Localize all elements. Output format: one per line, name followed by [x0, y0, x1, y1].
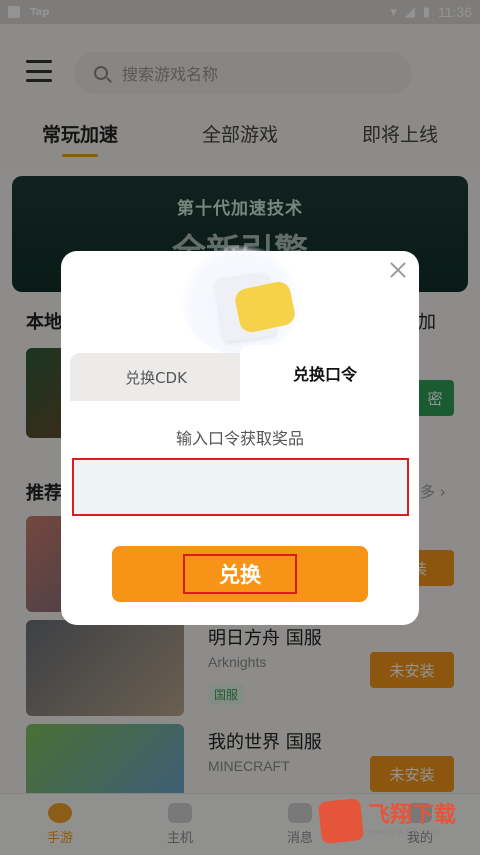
redeem-code-input[interactable]: [74, 460, 407, 514]
watermark-url: www.FXXZ.com: [368, 826, 440, 838]
tab-redeem-cdk[interactable]: 兑换CDK: [70, 353, 242, 401]
redeem-tabs: 兑换CDK 兑换口令: [70, 345, 410, 401]
redeem-prompt: 输入口令获取奖品: [175, 429, 304, 448]
redeem-button-label: 兑换: [183, 554, 297, 594]
tab-redeem-code[interactable]: 兑换口令: [240, 345, 410, 401]
watermark-shield-icon: [317, 797, 365, 845]
watermark-brand: 飞翔下载: [368, 802, 457, 828]
redeem-button[interactable]: 兑换: [112, 546, 368, 602]
watermark-logo: 飞翔下载 www.FXXZ.com: [317, 795, 470, 847]
gift-illustration: [181, 245, 301, 355]
redeem-code-field[interactable]: [72, 458, 409, 516]
redeem-dialog: 兑换CDK 兑换口令 输入口令获取奖品 兑换: [61, 245, 419, 625]
close-icon[interactable]: [389, 261, 407, 279]
